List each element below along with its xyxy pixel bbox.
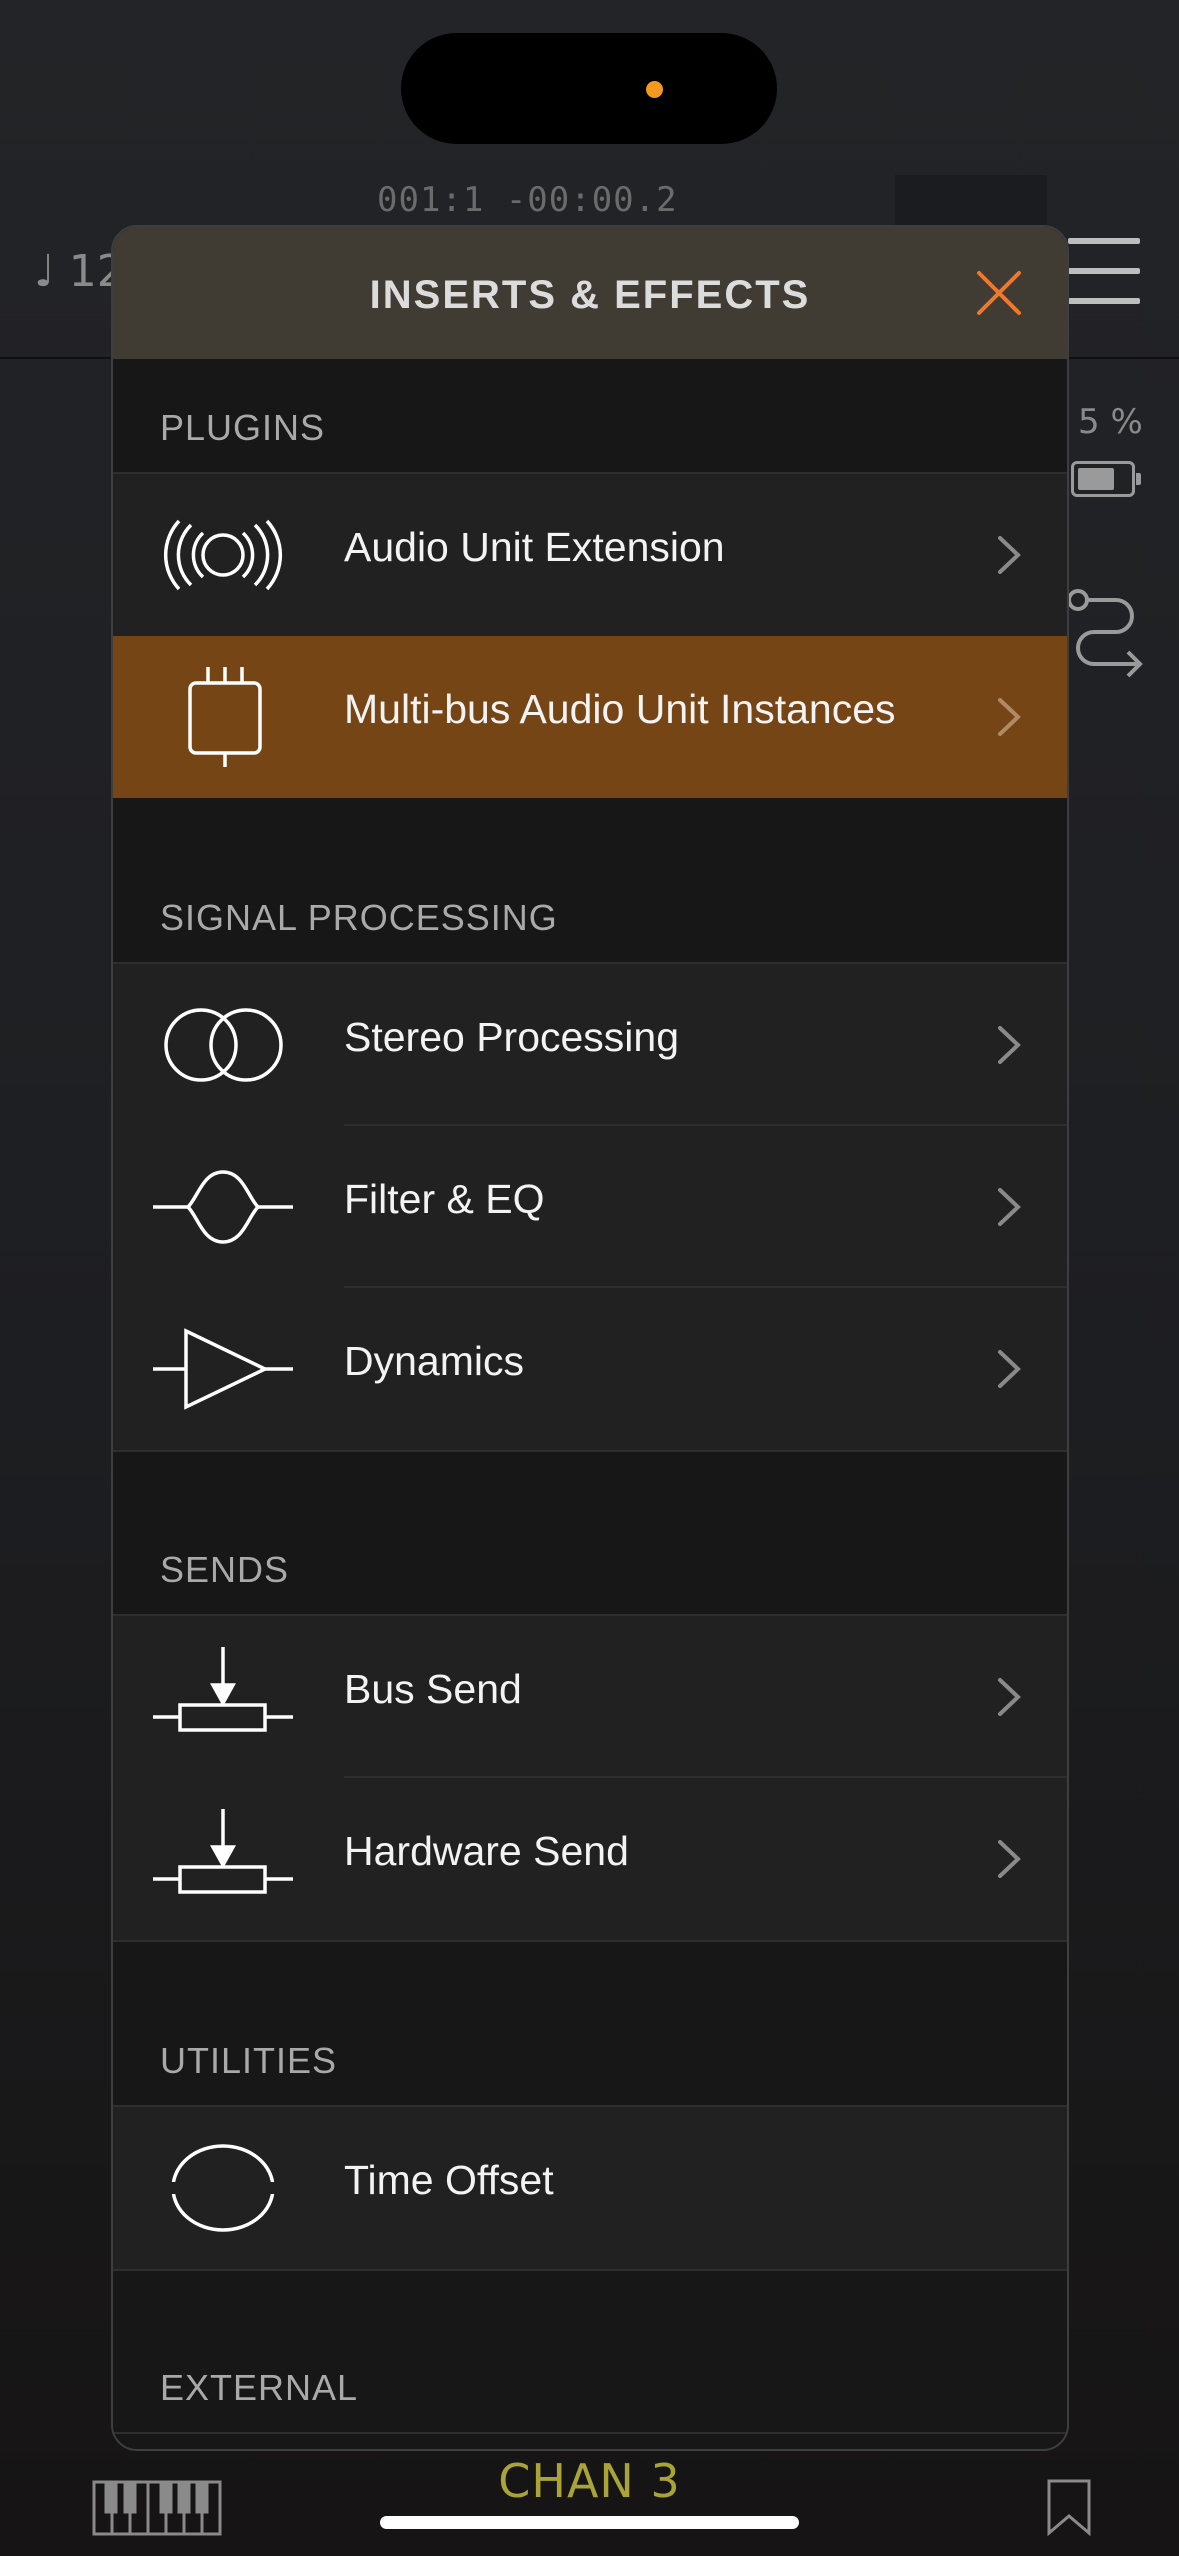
modal-header: INSERTS & EFFECTS <box>113 227 1067 359</box>
list-item-hardware-send[interactable]: Hardware Send <box>113 1778 1067 1940</box>
multibus-plug-icon <box>188 667 262 767</box>
list-item-audio-unit-extension[interactable]: Audio Unit Extension <box>113 474 1067 636</box>
section-header-utilities: UTILITIES <box>160 2040 338 2081</box>
chevron-right-icon <box>998 1678 1021 1716</box>
bookmark-icon[interactable] <box>1046 2478 1092 2536</box>
divider <box>113 2269 1067 2271</box>
cpu-percentage: 5 % <box>1078 402 1143 442</box>
section-header-external: EXTERNAL <box>160 2367 359 2408</box>
section-header-plugins: PLUGINS <box>160 407 326 448</box>
chevron-right-icon <box>998 1026 1021 1064</box>
section-header-sends: SENDS <box>160 1549 290 1590</box>
battery-icon <box>1071 461 1141 497</box>
list-item-stereo-processing[interactable]: Stereo Processing <box>113 964 1067 1126</box>
list-item-label: Time Offset <box>344 2157 554 2203</box>
chevron-right-icon <box>998 698 1021 736</box>
list-item-label: Filter & EQ <box>344 1176 545 1222</box>
list-item-label: Multi-bus Audio Unit Instances <box>344 686 896 732</box>
hardware-send-icon <box>153 1809 293 1894</box>
chevron-right-icon <box>998 1350 1021 1388</box>
channel-name[interactable]: CHAN 3 <box>0 2454 1179 2508</box>
list-item-label: Hardware Send <box>344 1828 629 1874</box>
bus-send-icon <box>153 1647 293 1732</box>
modal-title: INSERTS & EFFECTS <box>369 273 811 317</box>
list-item-multibus-audio-unit-instances[interactable]: Multi-bus Audio Unit Instances <box>113 636 1067 798</box>
divider <box>113 1450 1067 1452</box>
audio-unit-extension-icon <box>163 519 283 591</box>
chevron-right-icon <box>998 1840 1021 1878</box>
list-item-label: Bus Send <box>344 1666 522 1712</box>
chevron-right-icon <box>998 1188 1021 1226</box>
mic-indicator-dot <box>646 81 663 98</box>
filter-eq-icon <box>153 1170 293 1244</box>
list-item-time-offset[interactable]: Time Offset <box>113 2107 1067 2269</box>
stereo-circles-icon <box>164 1008 283 1082</box>
hamburger-menu-icon[interactable] <box>1068 238 1140 304</box>
list-item-filter-eq[interactable]: Filter & EQ <box>113 1126 1067 1288</box>
list-item-label: Audio Unit Extension <box>344 524 725 570</box>
time-offset-icon <box>167 2144 279 2232</box>
chevron-right-icon <box>998 536 1021 574</box>
divider <box>113 1940 1067 1942</box>
home-indicator[interactable] <box>380 2516 799 2529</box>
routing-icon[interactable] <box>1066 588 1148 680</box>
section-header-signal-processing: SIGNAL PROCESSING <box>160 897 558 938</box>
list-item-label: Stereo Processing <box>344 1014 680 1060</box>
list-item-dynamics[interactable]: Dynamics <box>113 1288 1067 1450</box>
dynamic-island <box>401 33 777 144</box>
list-item-bus-send[interactable]: Bus Send <box>113 1616 1067 1778</box>
inserts-effects-modal: INSERTS & EFFECTS PLUGINS Audio Unit Ext… <box>111 225 1069 2451</box>
close-icon[interactable] <box>973 267 1025 319</box>
transport-time-display: 001:1 -00:00.2 <box>377 180 678 220</box>
divider <box>113 2432 1067 2434</box>
dynamics-triangle-icon <box>153 1328 293 1410</box>
list-item-label: Dynamics <box>344 1338 524 1384</box>
